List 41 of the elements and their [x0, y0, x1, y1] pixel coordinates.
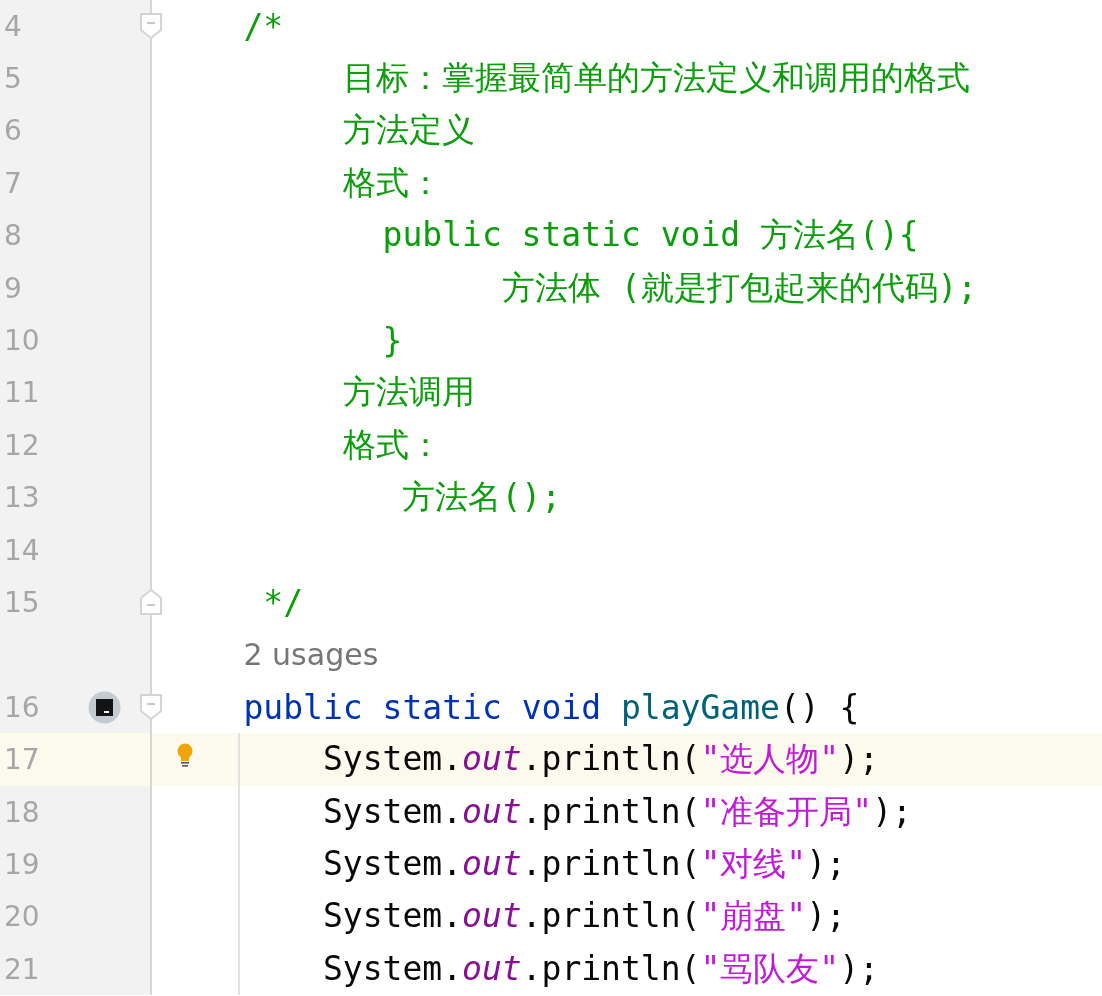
line-number: 8	[4, 219, 22, 253]
code-line: /*	[243, 6, 284, 46]
line-number: 5	[4, 62, 22, 96]
line-number: 11	[4, 376, 40, 410]
line-number: 4	[4, 9, 22, 43]
code-line: 方法名();	[402, 476, 562, 519]
code-line: 目标：掌握最简单的方法定义和调用的格式	[342, 57, 970, 100]
code-line: System.out.println("对线");	[322, 842, 846, 885]
line-number: 16	[4, 690, 40, 724]
line-number: 6	[4, 114, 22, 148]
line-number: 10	[4, 324, 40, 358]
usages-hint[interactable]: 2 usages	[243, 637, 379, 673]
line-number: 9	[4, 271, 22, 305]
code-line: System.out.println("崩盘");	[322, 895, 846, 938]
code-line: 方法定义	[342, 109, 475, 152]
terminal-icon[interactable]	[88, 691, 121, 725]
fold-icon[interactable]	[139, 12, 163, 40]
lightbulb-icon[interactable]	[176, 743, 194, 770]
line-number: 18	[4, 795, 40, 829]
line-number: 7	[4, 166, 22, 200]
line-number: 14	[4, 533, 40, 567]
line-number: 20	[4, 900, 40, 934]
code-line: 格式：	[342, 423, 442, 466]
code-line: System.out.println("准备开局");	[322, 790, 912, 833]
code-line: */	[263, 583, 304, 622]
code-line: System.out.println("选人物");	[322, 738, 879, 781]
line-number: 12	[4, 428, 40, 462]
code-line: System.out.println("骂队友");	[322, 947, 879, 990]
line-number: 15	[4, 586, 40, 619]
line-number: 21	[4, 952, 40, 986]
line-number: 13	[4, 481, 40, 515]
code-line: public static void 方法名(){	[382, 214, 919, 257]
fold-icon[interactable]	[139, 588, 163, 617]
code-line: 格式：	[342, 161, 442, 204]
code-line: public static void playGame() {	[243, 687, 860, 727]
fold-icon[interactable]	[139, 693, 163, 722]
line-number: 17	[4, 743, 40, 777]
code-line: 方法体 (就是打包起来的代码);	[501, 266, 978, 309]
line-number: 19	[4, 847, 40, 881]
code-line: 方法调用	[342, 371, 475, 414]
code-line: }	[382, 321, 403, 361]
